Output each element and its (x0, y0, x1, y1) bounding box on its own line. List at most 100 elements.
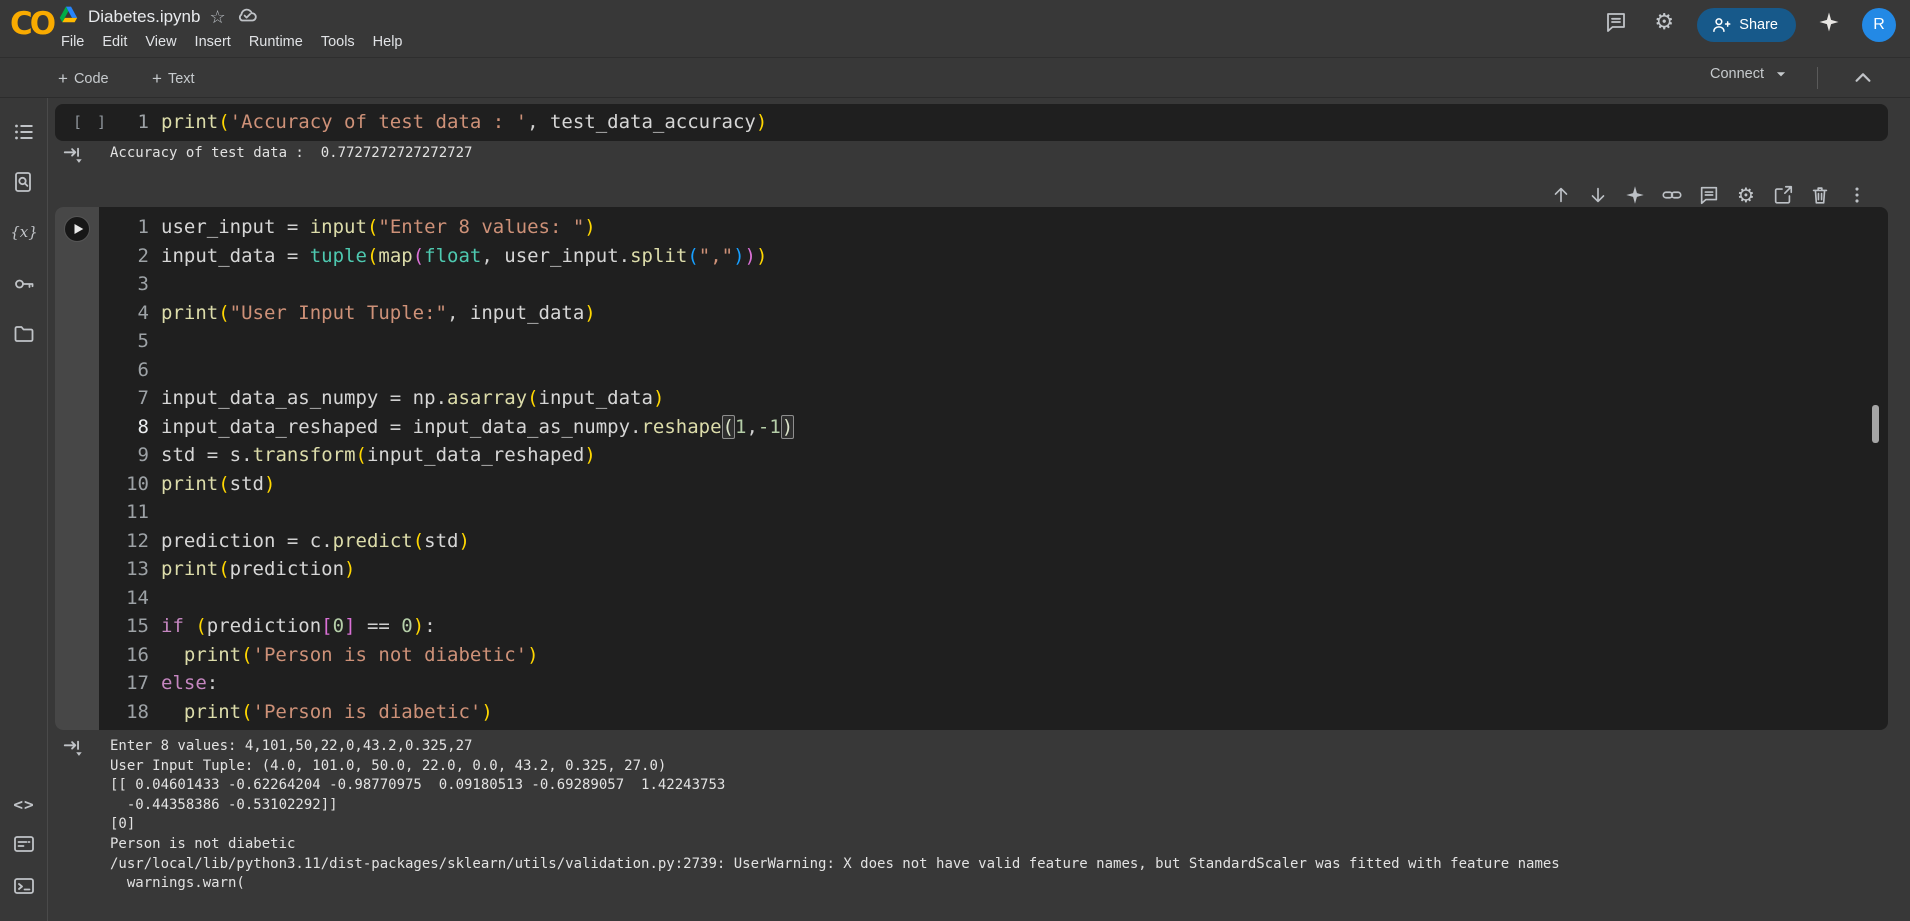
ask-gemini-icon[interactable] (1622, 182, 1648, 208)
code-token: tuple (309, 244, 367, 267)
top-bar: CO Diabetes.ipynb ☆ File Edit View Insert Ru… (0, 0, 1910, 58)
move-cell-up-icon[interactable] (1548, 182, 1574, 208)
line-number: 4 (137, 301, 149, 324)
code-token: ) (584, 444, 596, 466)
code-token: 0 (401, 615, 413, 637)
menu-item[interactable]: Tools (312, 31, 364, 53)
code-token: == (355, 615, 402, 637)
add-text-button[interactable]: + Text (152, 66, 195, 92)
code-token: ( (366, 244, 379, 267)
code-token: , (527, 111, 550, 133)
code-token: . (241, 444, 253, 466)
menu-item[interactable]: Runtime (240, 31, 312, 53)
chevron-down-icon (1776, 72, 1786, 77)
code-token: , (746, 415, 758, 438)
terminal-icon[interactable] (8, 870, 40, 902)
code-line: 2 input_data = tuple(map(float, user_inpu… (55, 242, 1888, 271)
table-of-contents-icon[interactable] (8, 116, 40, 148)
copy-cell-link-icon[interactable] (1659, 182, 1685, 208)
code-token: [ (321, 615, 333, 637)
code-token: ( (366, 216, 379, 238)
connect-button[interactable]: Connect (1710, 66, 1788, 82)
code-token: = (286, 216, 310, 238)
output-icon (62, 738, 84, 765)
code-line: 18 print('Person is diabetic') (55, 698, 1888, 727)
share-button[interactable]: Share (1697, 8, 1796, 42)
gemini-sparkle-icon[interactable] (1814, 7, 1844, 37)
line-number: 8 (137, 415, 149, 438)
code-line: 5 (55, 327, 1888, 356)
colab-logo[interactable]: CO (10, 6, 56, 42)
menu-item[interactable]: View (136, 31, 185, 53)
command-palette-icon[interactable] (8, 828, 40, 860)
code-token: print (161, 472, 219, 495)
code-token: print (161, 301, 219, 324)
menu-item[interactable]: Edit (93, 31, 136, 53)
add-code-button[interactable]: + Code (58, 66, 109, 92)
output-line: Enter 8 values: 4,101,50,22,0,43.2,0.325… (110, 738, 473, 754)
code-token: ( (412, 529, 425, 552)
code-token: ) (744, 244, 756, 267)
code-line: 4 print("User Input Tuple:", input_data) (55, 299, 1888, 328)
output-line: User Input Tuple: (4.0, 101.0, 50.0, 22.… (110, 757, 667, 774)
code-token: predict (332, 529, 413, 552)
scrollbar-thumb[interactable] (1872, 405, 1879, 443)
code-token: ) (412, 615, 425, 637)
menu-item[interactable]: Help (364, 31, 412, 53)
code-editor[interactable]: 1 print('Accuracy of test data : ', test_… (55, 104, 1888, 141)
code-line: 16 print('Person is not diabetic') (55, 641, 1888, 670)
code-token: test_data_accuracy (549, 111, 756, 133)
star-icon[interactable]: ☆ (209, 8, 225, 26)
code-token: 'Accuracy of test data : ' (229, 111, 528, 133)
files-icon[interactable] (8, 318, 40, 350)
toolbar-divider (1817, 67, 1818, 89)
settings-gear-icon[interactable]: ⚙ (1649, 7, 1679, 37)
code-line: 11 (55, 498, 1888, 527)
code-token: ( (527, 387, 539, 409)
line-number: 10 (126, 472, 149, 495)
code-token: . (618, 244, 631, 267)
more-cell-actions-icon[interactable] (1844, 182, 1870, 208)
variables-icon[interactable]: {x} (8, 216, 40, 248)
comments-icon[interactable] (1601, 7, 1631, 37)
code-token: split (630, 244, 688, 267)
delete-cell-icon[interactable] (1807, 182, 1833, 208)
code-token: ) (263, 472, 276, 495)
code-snippets-icon[interactable]: <> (8, 788, 40, 820)
menu-item[interactable]: File (52, 31, 93, 53)
collapse-sections-icon[interactable] (1852, 67, 1874, 94)
code-line: 8 input_data_reshaped = input_data_as_num… (55, 413, 1888, 442)
notebook-toolbar: + Code + Text Connect (0, 58, 1910, 98)
line-number: 13 (126, 558, 149, 580)
find-and-replace-icon[interactable] (8, 166, 40, 198)
line-number: 11 (126, 501, 149, 523)
plus-icon: + (152, 69, 162, 88)
avatar[interactable]: R (1862, 8, 1896, 42)
add-comment-icon[interactable] (1696, 182, 1722, 208)
line-number: 5 (137, 330, 149, 352)
code-editor[interactable]: 1 user_input = input("Enter 8 values: ") 2… (55, 207, 1888, 730)
code-token: = (206, 444, 230, 466)
notebook-filename[interactable]: Diabetes.ipynb (88, 7, 200, 27)
move-cell-down-icon[interactable] (1585, 182, 1611, 208)
menu-item[interactable]: Insert (186, 31, 240, 53)
mirror-cell-in-tab-icon[interactable] (1770, 182, 1796, 208)
code-line: 13 print(prediction) (55, 555, 1888, 584)
code-cell-1: [ ] 1 print('Accuracy of test data : ', t… (55, 104, 1888, 141)
line-number: 14 (126, 586, 149, 609)
code-line: 12 prediction = c.predict(std) (55, 527, 1888, 556)
secrets-icon[interactable] (8, 268, 40, 300)
code-token: 'Person is diabetic' (252, 700, 482, 723)
line-number: 1 (137, 111, 149, 133)
code-token: -1 (757, 415, 781, 438)
line-number: 2 (137, 244, 149, 267)
code-token: input_data_as_numpy (412, 415, 631, 438)
line-number: 17 (126, 672, 149, 694)
code-token: prediction (161, 529, 287, 552)
code-cell-2-focused: 1 user_input = input("Enter 8 values: ") 2… (55, 207, 1888, 730)
code-token: ) (481, 700, 493, 723)
editor-settings-icon[interactable]: ⚙ (1733, 182, 1759, 208)
code-token: ) (584, 216, 596, 238)
